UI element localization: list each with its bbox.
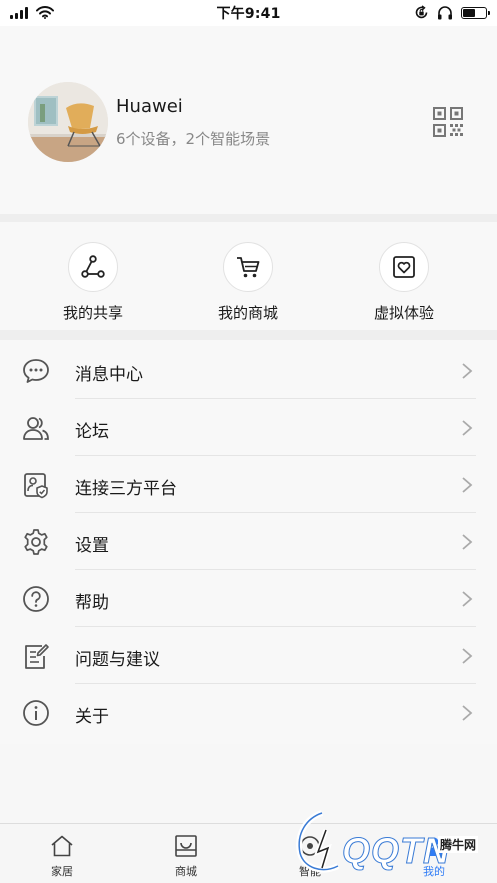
profile-name[interactable]: Huawei — [116, 96, 183, 117]
profile-device-summary: 6个设备，2个智能场景 — [116, 130, 271, 148]
chevron-right-icon — [462, 648, 473, 664]
chevron-right-icon — [462, 534, 473, 550]
quick-action-label: 我的共享 — [62, 304, 123, 322]
message-icon — [23, 359, 49, 383]
quick-action-share[interactable]: 我的共享 — [33, 222, 153, 330]
home-icon — [51, 835, 73, 857]
menu-item-help[interactable]: 帮助 — [0, 570, 497, 627]
wifi-icon — [36, 6, 54, 19]
store-icon — [175, 835, 197, 857]
profile-header[interactable]: Huawei 6个设备，2个智能场景 — [0, 26, 497, 214]
menu-item-label: 设置 — [75, 536, 109, 556]
tab-home[interactable]: 家居 — [0, 824, 124, 883]
settings-menu: 消息中心 论坛 连接三方平台 设置 帮助 问题与建议 关于 — [0, 340, 497, 744]
quick-action-virtual-experience[interactable]: 虚拟体验 — [344, 222, 464, 330]
tab-me[interactable]: 我的 — [372, 824, 496, 883]
qr-code-icon[interactable] — [432, 106, 464, 138]
headphones-icon — [438, 5, 452, 19]
info-icon — [23, 700, 49, 726]
status-time: 下午9:41 — [216, 6, 281, 22]
tab-smart[interactable]: 智能 — [248, 824, 372, 883]
chevron-right-icon — [462, 477, 473, 493]
share-icon — [81, 255, 105, 278]
menu-item-label: 问题与建议 — [75, 650, 160, 670]
me-icon — [425, 837, 443, 856]
menu-item-settings[interactable]: 设置 — [0, 513, 497, 570]
smart-icon — [300, 836, 320, 856]
store-button-circle[interactable] — [223, 242, 273, 292]
chevron-right-icon — [462, 591, 473, 607]
tab-bar: 家居 商城 智能 我的 — [0, 823, 497, 883]
section-divider — [0, 214, 497, 222]
tab-label: 商城 — [175, 865, 197, 878]
quick-action-label: 我的商城 — [217, 304, 278, 322]
tab-store[interactable]: 商城 — [124, 824, 248, 883]
battery-icon — [461, 6, 490, 19]
help-icon — [23, 586, 49, 612]
avatar[interactable] — [28, 82, 108, 162]
tab-label: 智能 — [299, 865, 321, 878]
menu-item-connect-platform[interactable]: 连接三方平台 — [0, 456, 497, 513]
menu-item-label: 论坛 — [75, 422, 109, 442]
status-right — [414, 5, 490, 20]
orientation-lock-icon — [415, 5, 428, 19]
quick-action-label: 虚拟体验 — [373, 304, 434, 322]
battery-level — [463, 8, 476, 17]
menu-item-forum[interactable]: 论坛 — [0, 399, 497, 456]
status-bar: 下午9:41 — [0, 0, 497, 26]
users-icon — [23, 417, 49, 440]
signal-icon — [10, 6, 28, 19]
status-left — [10, 6, 54, 19]
section-divider — [0, 330, 497, 340]
menu-item-feedback[interactable]: 问题与建议 — [0, 627, 497, 684]
connect-platform-icon — [24, 473, 48, 499]
gear-icon — [24, 529, 48, 555]
menu-item-label: 帮助 — [75, 593, 109, 613]
menu-item-about[interactable]: 关于 — [0, 684, 497, 741]
virtual-experience-button-circle[interactable] — [379, 242, 429, 292]
chevron-right-icon — [462, 420, 473, 436]
chevron-right-icon — [462, 363, 473, 379]
menu-item-message-center[interactable]: 消息中心 — [0, 342, 497, 399]
menu-item-label: 连接三方平台 — [75, 479, 177, 499]
tab-label: 我的 — [423, 865, 445, 878]
quick-actions: 我的共享 我的商城 虚拟体验 — [0, 222, 497, 330]
menu-item-label: 关于 — [75, 707, 109, 727]
quick-action-store[interactable]: 我的商城 — [188, 222, 308, 330]
feedback-icon — [25, 644, 49, 669]
menu-item-label: 消息中心 — [75, 365, 143, 385]
tab-label: 家居 — [51, 865, 73, 878]
chair-photo-icon — [28, 82, 108, 162]
chevron-right-icon — [462, 705, 473, 721]
share-button-circle[interactable] — [68, 242, 118, 292]
heart-screen-icon — [393, 256, 415, 278]
cart-icon — [237, 257, 260, 278]
